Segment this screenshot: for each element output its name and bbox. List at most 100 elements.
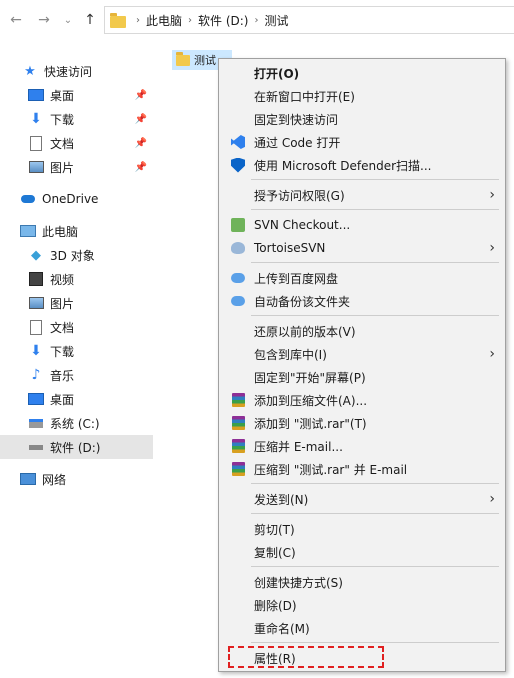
menu-separator xyxy=(251,315,499,316)
menu-item-include-library[interactable]: 包含到库中(I) › xyxy=(219,343,505,365)
back-button[interactable]: ← xyxy=(6,10,26,30)
network-icon xyxy=(20,472,36,486)
menu-item-add-archive[interactable]: 添加到压缩文件(A)... xyxy=(219,389,505,411)
chevron-right-icon: › xyxy=(489,346,495,362)
menu-item-tortoise-svn[interactable]: TortoiseSVN › xyxy=(219,237,505,259)
baidu-cloud-icon xyxy=(230,293,246,309)
highlight-box xyxy=(228,646,384,668)
chevron-right-icon: › xyxy=(489,187,495,203)
menu-item-defender-scan[interactable]: 使用 Microsoft Defender扫描... xyxy=(219,154,505,176)
nav-item-3d-objects[interactable]: ◆ 3D 对象 xyxy=(0,243,153,267)
breadcrumb-item[interactable]: 测试 xyxy=(264,12,288,29)
navigation-bar: ← → ⌄ ↑ › 此电脑 › 软件 (D:) › 测试 xyxy=(0,0,514,40)
winrar-icon xyxy=(230,461,246,477)
breadcrumb-item[interactable]: 软件 (D:) xyxy=(198,12,248,29)
music-note-icon: ♪ xyxy=(31,367,41,383)
folder-icon xyxy=(176,51,190,66)
nav-item-pictures[interactable]: 图片 📌 xyxy=(0,155,153,179)
menu-item-open-new-window[interactable]: 在新窗口中打开(E) xyxy=(219,85,505,107)
tortoise-svn-icon xyxy=(230,240,246,256)
nav-item-drive-c[interactable]: 系统 (C:) xyxy=(0,411,153,435)
menu-separator xyxy=(251,483,499,484)
nav-item-drive-d[interactable]: 软件 (D:) xyxy=(0,435,153,459)
menu-item-compress-email[interactable]: 压缩并 E-mail... xyxy=(219,435,505,457)
nav-this-pc[interactable]: 此电脑 xyxy=(0,219,153,243)
menu-item-auto-backup[interactable]: 自动备份该文件夹 xyxy=(219,290,505,312)
pin-icon: 📌 xyxy=(134,161,147,173)
chevron-right-icon: › xyxy=(489,491,495,507)
winrar-icon xyxy=(230,392,246,408)
menu-item-copy[interactable]: 复制(C) xyxy=(219,541,505,563)
desktop-icon xyxy=(28,392,44,406)
chevron-down-icon: ⌄ xyxy=(63,14,73,26)
star-icon: ★ xyxy=(24,63,36,79)
pictures-icon xyxy=(28,160,44,174)
nav-item-music[interactable]: ♪ 音乐 xyxy=(0,363,153,387)
menu-item-open-with-code[interactable]: 通过 Code 打开 xyxy=(219,131,505,153)
cube-icon: ◆ xyxy=(31,247,41,263)
nav-item-downloads[interactable]: ⬇ 下载 📌 xyxy=(0,107,153,131)
menu-item-cut[interactable]: 剪切(T) xyxy=(219,518,505,540)
menu-item-delete[interactable]: 删除(D) xyxy=(219,594,505,616)
document-icon xyxy=(28,135,44,151)
drive-icon xyxy=(28,416,44,430)
drive-icon xyxy=(28,440,44,454)
film-icon xyxy=(28,272,44,286)
menu-item-open[interactable]: 打开(O) xyxy=(219,62,505,84)
winrar-icon xyxy=(230,415,246,431)
up-button[interactable]: ↑ xyxy=(80,10,100,30)
download-arrow-icon: ⬇ xyxy=(30,343,42,359)
desktop-icon xyxy=(28,88,44,102)
menu-item-restore-versions[interactable]: 还原以前的版本(V) xyxy=(219,320,505,342)
nav-quick-access[interactable]: ★ 快速访问 xyxy=(0,59,153,83)
forward-button[interactable]: → xyxy=(34,10,54,30)
nav-item-videos[interactable]: 视频 xyxy=(0,267,153,291)
cloud-icon xyxy=(20,192,36,206)
arrow-left-icon: ← xyxy=(10,12,22,28)
menu-item-pin-start[interactable]: 固定到"开始"屏幕(P) xyxy=(219,366,505,388)
nav-network[interactable]: 网络 xyxy=(0,467,153,491)
menu-item-create-shortcut[interactable]: 创建快捷方式(S) xyxy=(219,571,505,593)
menu-separator xyxy=(251,209,499,210)
menu-separator xyxy=(251,179,499,180)
folder-icon xyxy=(110,13,126,28)
pin-icon: 📌 xyxy=(134,137,147,149)
menu-item-pin-quick-access[interactable]: 固定到快速访问 xyxy=(219,108,505,130)
chevron-right-icon: › xyxy=(489,240,495,256)
computer-icon xyxy=(20,224,36,238)
navigation-pane: ★ 快速访问 桌面 📌 ⬇ 下载 📌 文档 📌 图片 📌 OneDrive 此电脑 ◆ 3D … xyxy=(0,40,153,678)
menu-item-compress-rar-email[interactable]: 压缩到 "测试.rar" 并 E-mail xyxy=(219,458,505,480)
menu-item-rename[interactable]: 重命名(M) xyxy=(219,617,505,639)
nav-item-desktop-pc[interactable]: 桌面 xyxy=(0,387,153,411)
menu-item-grant-access[interactable]: 授予访问权限(G) › xyxy=(219,184,505,206)
nav-onedrive[interactable]: OneDrive xyxy=(0,187,153,211)
nav-item-pictures-pc[interactable]: 图片 xyxy=(0,291,153,315)
nav-item-documents[interactable]: 文档 📌 xyxy=(0,131,153,155)
nav-item-downloads-pc[interactable]: ⬇ 下载 xyxy=(0,339,153,363)
menu-separator xyxy=(251,566,499,567)
recent-locations-button[interactable]: ⌄ xyxy=(58,10,78,30)
shield-icon xyxy=(230,157,246,173)
pictures-icon xyxy=(28,296,44,310)
vscode-icon xyxy=(230,134,246,150)
menu-item-add-rar[interactable]: 添加到 "测试.rar"(T) xyxy=(219,412,505,434)
pin-icon: 📌 xyxy=(134,113,147,125)
arrow-right-icon: → xyxy=(38,12,50,28)
menu-item-send-to[interactable]: 发送到(N) › xyxy=(219,488,505,510)
arrow-up-icon: ↑ xyxy=(84,12,96,28)
breadcrumb: › 此电脑 › 软件 (D:) › 测试 xyxy=(136,12,289,29)
menu-separator xyxy=(251,262,499,263)
svn-checkout-icon xyxy=(230,217,246,233)
menu-separator xyxy=(251,642,499,643)
baidu-cloud-icon xyxy=(230,270,246,286)
winrar-icon xyxy=(230,438,246,454)
menu-item-upload-baidu[interactable]: 上传到百度网盘 xyxy=(219,267,505,289)
pin-icon: 📌 xyxy=(134,89,147,101)
nav-item-documents-pc[interactable]: 文档 xyxy=(0,315,153,339)
menu-item-svn-checkout[interactable]: SVN Checkout... xyxy=(219,214,505,236)
breadcrumb-item[interactable]: 此电脑 xyxy=(146,12,182,29)
menu-separator xyxy=(251,513,499,514)
context-menu: 打开(O) 在新窗口中打开(E) 固定到快速访问 通过 Code 打开 使用 M… xyxy=(218,58,506,672)
document-icon xyxy=(28,319,44,335)
nav-item-desktop[interactable]: 桌面 📌 xyxy=(0,83,153,107)
